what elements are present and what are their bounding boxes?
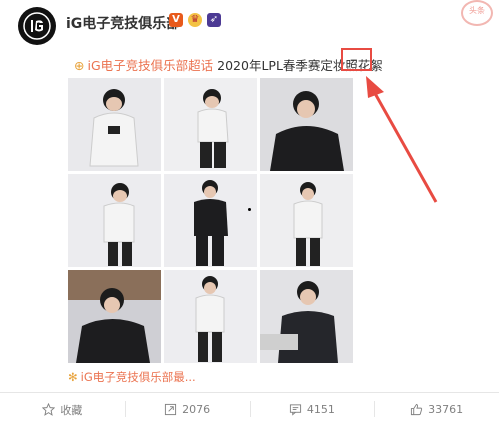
username[interactable]: iG电子竞技俱乐部	[66, 13, 180, 33]
photo-1[interactable]	[68, 78, 161, 171]
photo-grid	[68, 78, 354, 364]
corner-stamp: 头条	[461, 0, 493, 26]
source-link[interactable]: ✻ iG电子竞技俱乐部最...	[68, 369, 196, 385]
badges: V ♛ ➶	[169, 13, 221, 27]
like-count: 33761	[428, 403, 464, 416]
photo-9[interactable]	[260, 270, 353, 363]
comment-count: 4151	[306, 403, 335, 416]
like-button[interactable]: 33761	[374, 393, 499, 426]
photo-6[interactable]	[260, 174, 353, 267]
super-topic-link[interactable]: iG电子竞技俱乐部超话	[87, 58, 213, 73]
like-icon	[411, 403, 423, 416]
photo-2[interactable]	[164, 78, 257, 171]
source-label: iG电子竞技俱乐部最...	[80, 370, 196, 384]
highlight-box	[341, 48, 372, 71]
stray-dot	[248, 208, 251, 211]
comment-icon	[289, 404, 301, 416]
star-icon	[42, 403, 56, 416]
repost-count: 2076	[182, 403, 211, 416]
repost-icon	[165, 403, 177, 416]
rocket-icon[interactable]: ➶	[207, 13, 221, 27]
topic-icon: ⊕	[74, 58, 85, 73]
repost-button[interactable]: 2076	[124, 393, 250, 426]
photo-3[interactable]	[260, 78, 353, 171]
comment-button[interactable]: 4151	[249, 393, 375, 426]
photo-8[interactable]	[164, 270, 257, 363]
crown-icon[interactable]: ♛	[188, 13, 202, 27]
favorite-label: 收藏	[60, 403, 83, 417]
photo-7[interactable]	[68, 270, 161, 363]
annotation-arrow	[366, 76, 438, 203]
photo-4[interactable]	[68, 174, 161, 267]
post-text: ⊕ iG电子竞技俱乐部超话 2020年LPL春季赛定妆照花絮	[74, 55, 383, 74]
action-bar: 收藏 2076 4151 33761	[0, 393, 499, 426]
verified-v-icon[interactable]: V	[169, 13, 183, 27]
avatar[interactable]	[18, 7, 56, 45]
ig-logo-icon	[23, 12, 51, 40]
favorite-button[interactable]: 收藏	[0, 393, 125, 426]
photo-5[interactable]	[164, 174, 257, 267]
source-icon: ✻	[68, 370, 78, 384]
